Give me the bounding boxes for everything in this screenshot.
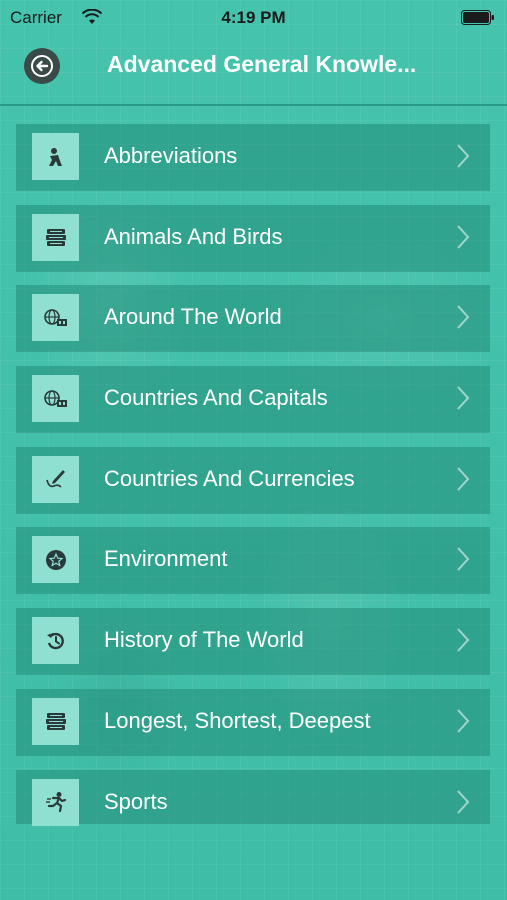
list-item-countries-and-capitals[interactable]: Countries And Capitals <box>16 366 490 433</box>
list-item-around-the-world[interactable]: Around The World <box>16 285 490 352</box>
list-item-label: Sports <box>104 788 168 814</box>
list-item-icon-box <box>32 133 79 180</box>
books-icon <box>45 713 66 731</box>
list-item-history-of-the-world[interactable]: History of The World <box>16 608 490 675</box>
list-item-label: Countries And Currencies <box>104 465 355 491</box>
runner-icon <box>45 792 66 813</box>
navigation-bar: Advanced General Knowle... <box>0 36 507 106</box>
category-list: Abbreviations Animals And Birds Around T… <box>16 124 490 826</box>
list-item-icon-box <box>32 617 79 665</box>
list-item-label: History of The World <box>104 627 304 653</box>
chevron-right-icon <box>457 628 470 652</box>
chevron-right-icon <box>457 225 470 249</box>
chevron-right-icon <box>457 144 470 168</box>
list-item-longest-shortest-deepest[interactable]: Longest, Shortest, Deepest <box>16 688 490 755</box>
chevron-right-icon <box>457 305 470 330</box>
person-icon <box>48 147 62 166</box>
list-item-abbreviations[interactable]: Abbreviations <box>16 124 490 190</box>
list-item-icon-box <box>32 294 79 342</box>
back-button[interactable] <box>24 48 60 84</box>
page-title: Advanced General Knowle... <box>107 51 417 77</box>
list-item-icon-box <box>32 375 79 423</box>
list-item-icon-box <box>32 536 79 584</box>
back-arrow-icon <box>31 55 53 77</box>
list-item-label: Around The World <box>104 304 282 330</box>
list-item-label: Longest, Shortest, Deepest <box>104 707 371 733</box>
chevron-right-icon <box>457 467 470 491</box>
globe-icon <box>43 389 67 407</box>
list-item-label: Environment <box>104 546 228 572</box>
star-icon <box>45 549 66 570</box>
list-item-label: Animals And Birds <box>104 223 283 249</box>
list-item-icon-box <box>32 697 79 745</box>
pen-icon <box>45 470 65 488</box>
list-item-environment[interactable]: Environment <box>16 527 490 594</box>
list-item-animals-and-birds[interactable]: Animals And Birds <box>16 204 490 271</box>
books-icon <box>45 229 66 247</box>
status-bar: Carrier 4:19 PM <box>0 0 507 36</box>
battery-icon <box>461 10 494 25</box>
chevron-right-icon <box>457 709 470 733</box>
clock: 4:19 PM <box>221 8 286 27</box>
list-item-icon-box <box>32 213 79 261</box>
list-item-sports[interactable]: Sports <box>16 769 490 826</box>
list-item-countries-and-currencies[interactable]: Countries And Currencies <box>16 446 490 513</box>
chevron-right-icon <box>457 789 470 814</box>
list-item-label: Countries And Capitals <box>104 385 328 411</box>
chevron-right-icon <box>457 386 470 410</box>
list-item-icon-box <box>32 778 79 826</box>
globe-icon <box>43 309 67 326</box>
history-icon <box>46 632 64 649</box>
list-item-label: Abbreviations <box>104 143 238 168</box>
chevron-right-icon <box>457 547 470 572</box>
list-item-icon-box <box>32 455 79 503</box>
